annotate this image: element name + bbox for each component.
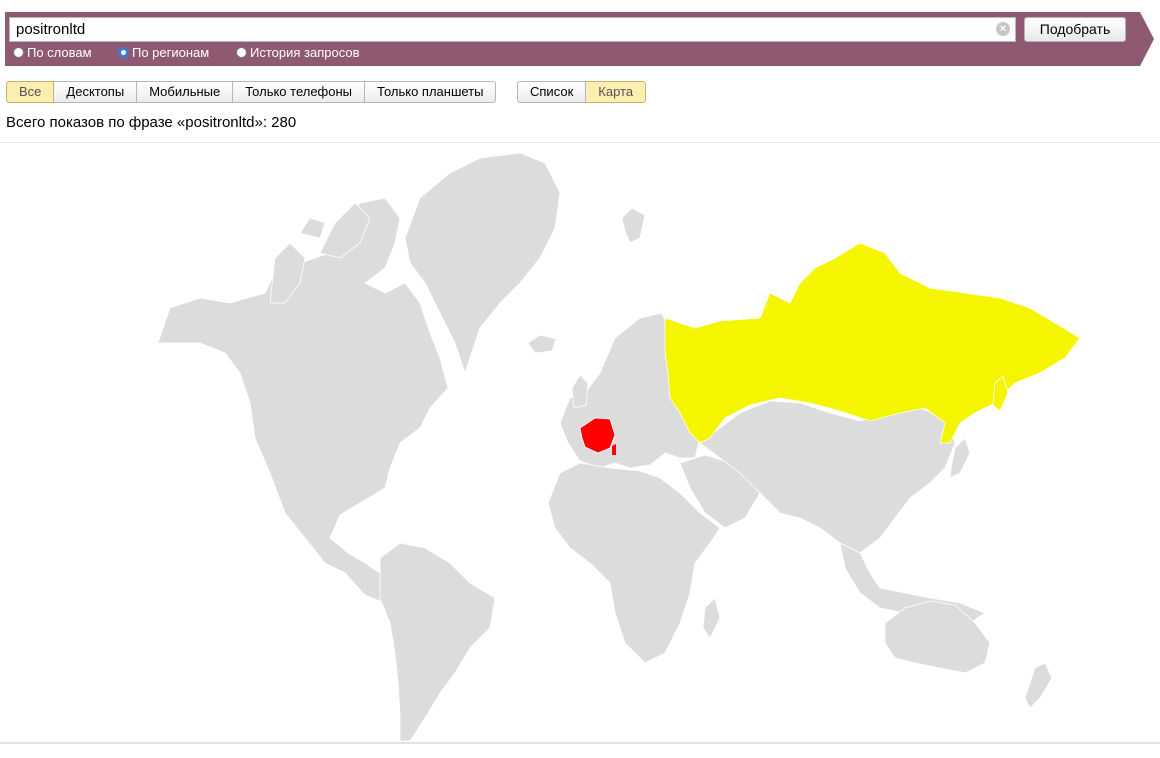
radio-icon — [236, 47, 247, 58]
filter-tablets-button[interactable]: Только планшеты — [365, 81, 497, 103]
filter-mobile-button[interactable]: Мобильные — [137, 81, 234, 103]
filter-desktops-button[interactable]: Десктопы — [54, 81, 138, 103]
radio-icon — [13, 47, 24, 58]
region-russia — [664, 242, 1081, 444]
clear-icon[interactable]: × — [996, 22, 1010, 36]
region-uk — [571, 374, 589, 409]
region-svalbard — [621, 207, 646, 244]
region-madagascar — [702, 597, 721, 639]
total-impressions: Всего показов по фразе «positronltd»: 28… — [6, 114, 297, 131]
submit-button[interactable]: Подобрать — [1024, 17, 1126, 42]
region-iceland — [527, 334, 557, 354]
world-map[interactable] — [0, 143, 1160, 741]
filter-phones-button[interactable]: Только телефоны — [233, 81, 366, 103]
mode-words-radio[interactable]: По словам — [13, 45, 92, 60]
divider — [0, 742, 1160, 744]
region-new-zealand — [1024, 662, 1053, 709]
device-filter: Все Десктопы Мобильные Только телефоны Т… — [6, 81, 497, 103]
mode-history-radio[interactable]: История запросов — [236, 45, 360, 60]
region-south-america — [379, 542, 496, 741]
header-arrow — [1140, 12, 1154, 66]
search-input[interactable]: positronltd — [9, 17, 1016, 42]
radio-selected-icon — [118, 47, 129, 58]
filter-all-button[interactable]: Все — [6, 81, 55, 103]
view-list-button[interactable]: Список — [517, 81, 587, 103]
view-map-button[interactable]: Карта — [586, 81, 647, 103]
view-mode-toggle: Список Карта — [517, 81, 647, 103]
mode-regions-radio[interactable]: По регионам — [118, 45, 209, 60]
